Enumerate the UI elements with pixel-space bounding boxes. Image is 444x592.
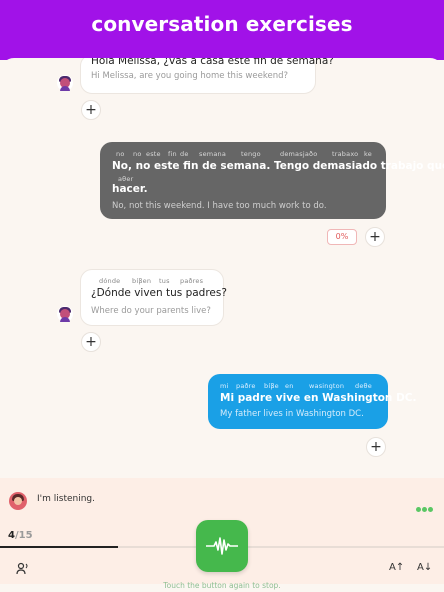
phonetic-word: mi xyxy=(220,382,229,390)
plus-icon: + xyxy=(85,334,97,350)
phonetic-word: de xyxy=(180,150,189,158)
phonetic-word: fin xyxy=(168,150,177,158)
user-avatar xyxy=(9,492,27,510)
message-bubble-1[interactable]: Hola Melissa, ¿vas a casa este fin de se… xyxy=(80,58,334,94)
message-spanish: ¿Dónde viven tus padres? xyxy=(91,287,227,299)
plus-icon: + xyxy=(370,439,382,455)
progress-current: 4 xyxy=(8,530,15,541)
font-decrease-icon[interactable]: A↓ xyxy=(417,562,432,573)
add-word-button[interactable]: + xyxy=(366,437,386,457)
add-word-button[interactable]: + xyxy=(81,100,101,120)
phonetic-word: paðres xyxy=(180,277,204,285)
progress-total: /15 xyxy=(14,530,33,541)
message-translation: My father lives in Washington DC. xyxy=(220,409,364,419)
more-dots-icon[interactable] xyxy=(416,497,434,516)
phonetic-word: bíβen xyxy=(132,277,152,285)
add-word-button[interactable]: + xyxy=(365,227,385,247)
phonetic-word: bíβe xyxy=(264,382,279,390)
recording-hint: Touch the button again to stop. xyxy=(163,581,281,590)
listening-status: I'm listening. xyxy=(37,494,95,504)
message-spanish: Mi padre vive en Washington DC. xyxy=(220,392,417,404)
message-translation: Hi Melissa, are you going home this week… xyxy=(91,71,288,81)
phonetic-word: en xyxy=(285,382,294,390)
exercise-progress: 4/15 xyxy=(8,530,33,541)
message-bubble-3[interactable]: dónde bíβen tus paðres ¿Dónde viven tus … xyxy=(80,269,227,326)
message-spanish-line-1: No, no este fin de semana. Tengo demasia… xyxy=(112,160,444,172)
plus-icon: + xyxy=(85,102,97,118)
phonetic-word: trabaxo xyxy=(332,150,359,158)
message-translation: No, not this weekend. I have too much wo… xyxy=(112,201,327,211)
chat-area[interactable]: Hola Melissa, ¿vas a casa este fin de se… xyxy=(0,58,444,478)
voice-settings-icon[interactable] xyxy=(16,562,29,578)
message-spanish: Hola Melissa, ¿vas a casa este fin de se… xyxy=(91,58,334,67)
tutor-avatar xyxy=(57,75,73,91)
phonetic-word: dónde xyxy=(99,277,121,285)
phonetic-word: tengo xyxy=(241,150,261,158)
phonetic-word: no xyxy=(133,150,142,158)
phonetic-word: no xyxy=(116,150,125,158)
pronunciation-score-badge[interactable]: 0% xyxy=(327,229,357,245)
phonetic-word: demasjaðo xyxy=(280,150,318,158)
message-translation: Where do your parents live? xyxy=(91,306,211,316)
progress-fill xyxy=(0,546,119,548)
tutor-avatar xyxy=(57,306,73,322)
font-increase-icon[interactable]: A↑ xyxy=(389,562,404,573)
record-button[interactable] xyxy=(196,520,248,572)
plus-icon: + xyxy=(369,229,381,245)
phonetic-word: wasington xyxy=(309,382,345,390)
phonetic-word: este xyxy=(146,150,161,158)
add-word-button[interactable]: + xyxy=(81,332,101,352)
message-spanish-line-2: hacer. xyxy=(112,183,148,195)
app-header: conversation exercises xyxy=(0,0,444,60)
page-title: conversation exercises xyxy=(91,12,353,36)
phonetic-word: semana xyxy=(199,150,227,158)
phonetic-word: tus xyxy=(159,277,170,285)
phonetic-word: deθe xyxy=(355,382,372,390)
phonetic-word: ke xyxy=(364,150,372,158)
message-bubble-4[interactable]: mi paðre bíβe en wasington deθe Mi padre… xyxy=(208,374,416,429)
microphone-icon xyxy=(206,537,238,555)
phonetic-word: aθer xyxy=(118,175,134,183)
message-bubble-2[interactable]: no no este fin de semana tengo demasjaðo… xyxy=(100,142,444,219)
phonetic-word: paðre xyxy=(236,382,256,390)
